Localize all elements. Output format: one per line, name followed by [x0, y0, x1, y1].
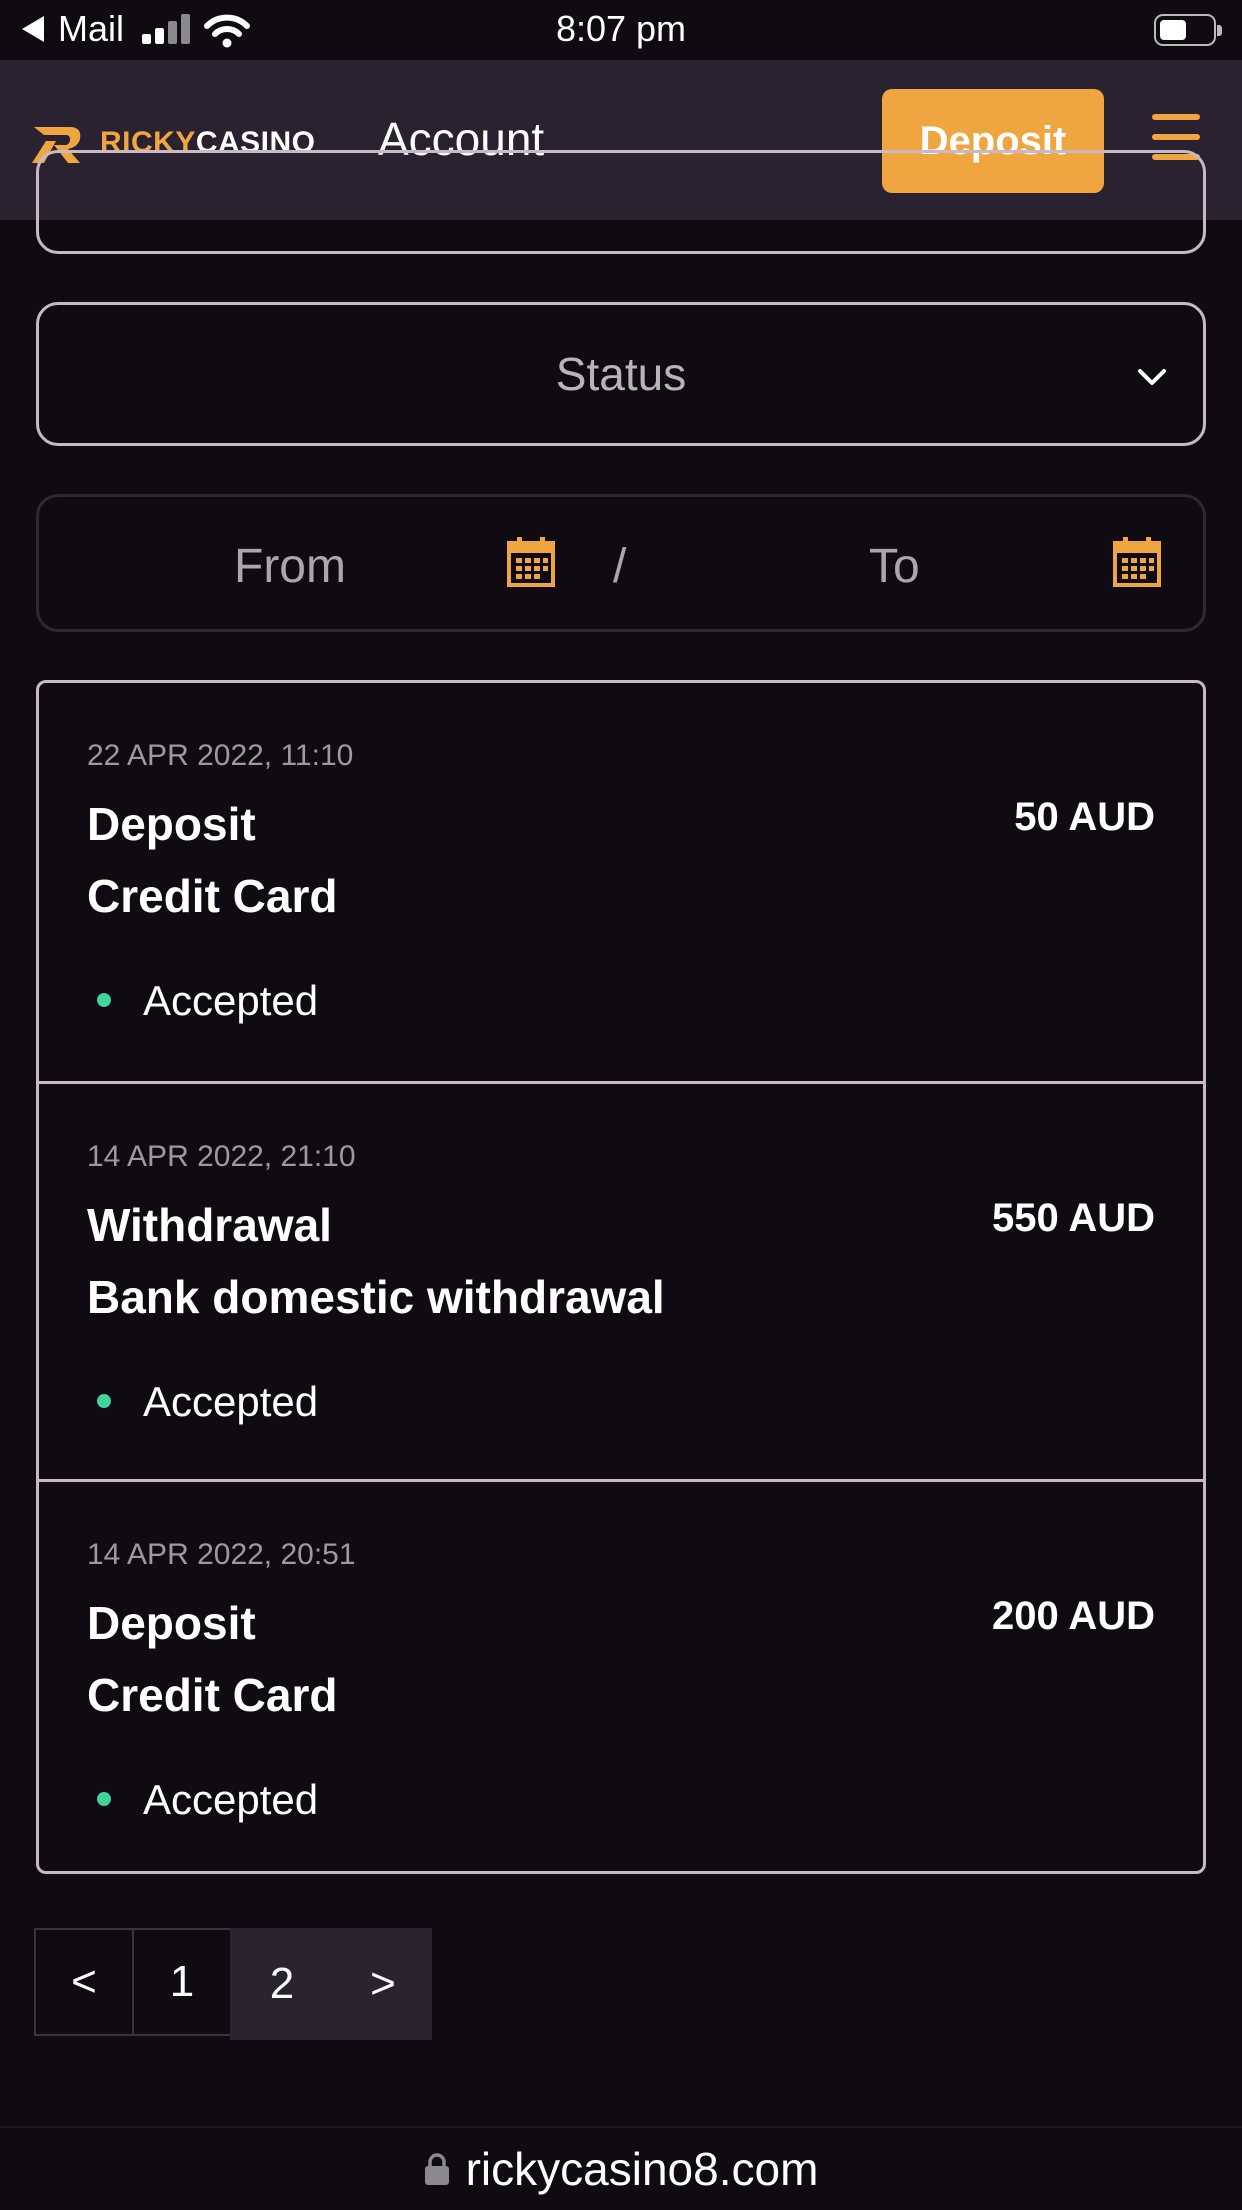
transaction-row[interactable]: 14 APR 2022, 21:10 Withdrawal Bank domes…: [39, 1081, 1203, 1479]
transaction-method: Credit Card: [87, 1669, 338, 1721]
url-text: rickycasino8.com: [465, 2143, 819, 2195]
lock-icon: [424, 2153, 449, 2185]
chevron-down-icon: [1138, 369, 1166, 385]
date-range-picker: From / To: [36, 494, 1206, 632]
transaction-amount: 550 AUD: [991, 1196, 1155, 1240]
status-select-placeholder: Status: [555, 348, 687, 400]
browser-address-bar[interactable]: rickycasino8.com: [0, 2126, 1242, 2210]
pagination: < 1 2 >: [34, 1928, 432, 2040]
status-dot-icon: [97, 1394, 111, 1408]
transaction-row[interactable]: 14 APR 2022, 20:51 Deposit Credit Card 2…: [39, 1479, 1203, 1871]
status-bar: Mail 8:07 pm: [0, 0, 1242, 60]
calendar-icon[interactable]: [1113, 537, 1161, 587]
next-page-button[interactable]: >: [334, 1928, 432, 2040]
transaction-method: Bank domestic withdrawal: [87, 1271, 665, 1323]
page-1-button[interactable]: 1: [132, 1928, 232, 2036]
transaction-type: Deposit: [87, 798, 256, 850]
transaction-date: 14 APR 2022, 20:51: [87, 1538, 356, 1571]
transaction-amount: 200 AUD: [991, 1594, 1155, 1638]
type-filter-field[interactable]: [36, 150, 1206, 254]
status-dot-icon: [97, 993, 111, 1007]
transaction-row[interactable]: 22 APR 2022, 11:10 Deposit Credit Card 5…: [39, 683, 1203, 1081]
clock: 8:07 pm: [555, 8, 687, 49]
transaction-status: Accepted: [143, 1776, 319, 1823]
transaction-status: Accepted: [143, 1378, 319, 1425]
transaction-status: Accepted: [143, 977, 319, 1024]
status-select[interactable]: Status: [36, 302, 1206, 446]
battery-icon: [1154, 14, 1222, 46]
transaction-date: 22 APR 2022, 11:10: [87, 739, 354, 772]
transaction-method: Credit Card: [87, 870, 338, 922]
date-separator: /: [613, 540, 627, 593]
to-date-input[interactable]: To: [869, 539, 920, 594]
page-2-button[interactable]: 2: [230, 1928, 334, 2040]
transaction-amount: 50 AUD: [1014, 795, 1155, 839]
calendar-icon[interactable]: [507, 537, 555, 587]
transaction-list: 22 APR 2022, 11:10 Deposit Credit Card 5…: [36, 680, 1206, 1874]
status-dot-icon: [97, 1792, 111, 1806]
transaction-date: 14 APR 2022, 21:10: [87, 1140, 356, 1173]
from-date-input[interactable]: From: [234, 539, 346, 594]
transaction-type: Deposit: [87, 1597, 256, 1649]
transaction-type: Withdrawal: [87, 1199, 332, 1251]
prev-page-button[interactable]: <: [34, 1928, 134, 2036]
